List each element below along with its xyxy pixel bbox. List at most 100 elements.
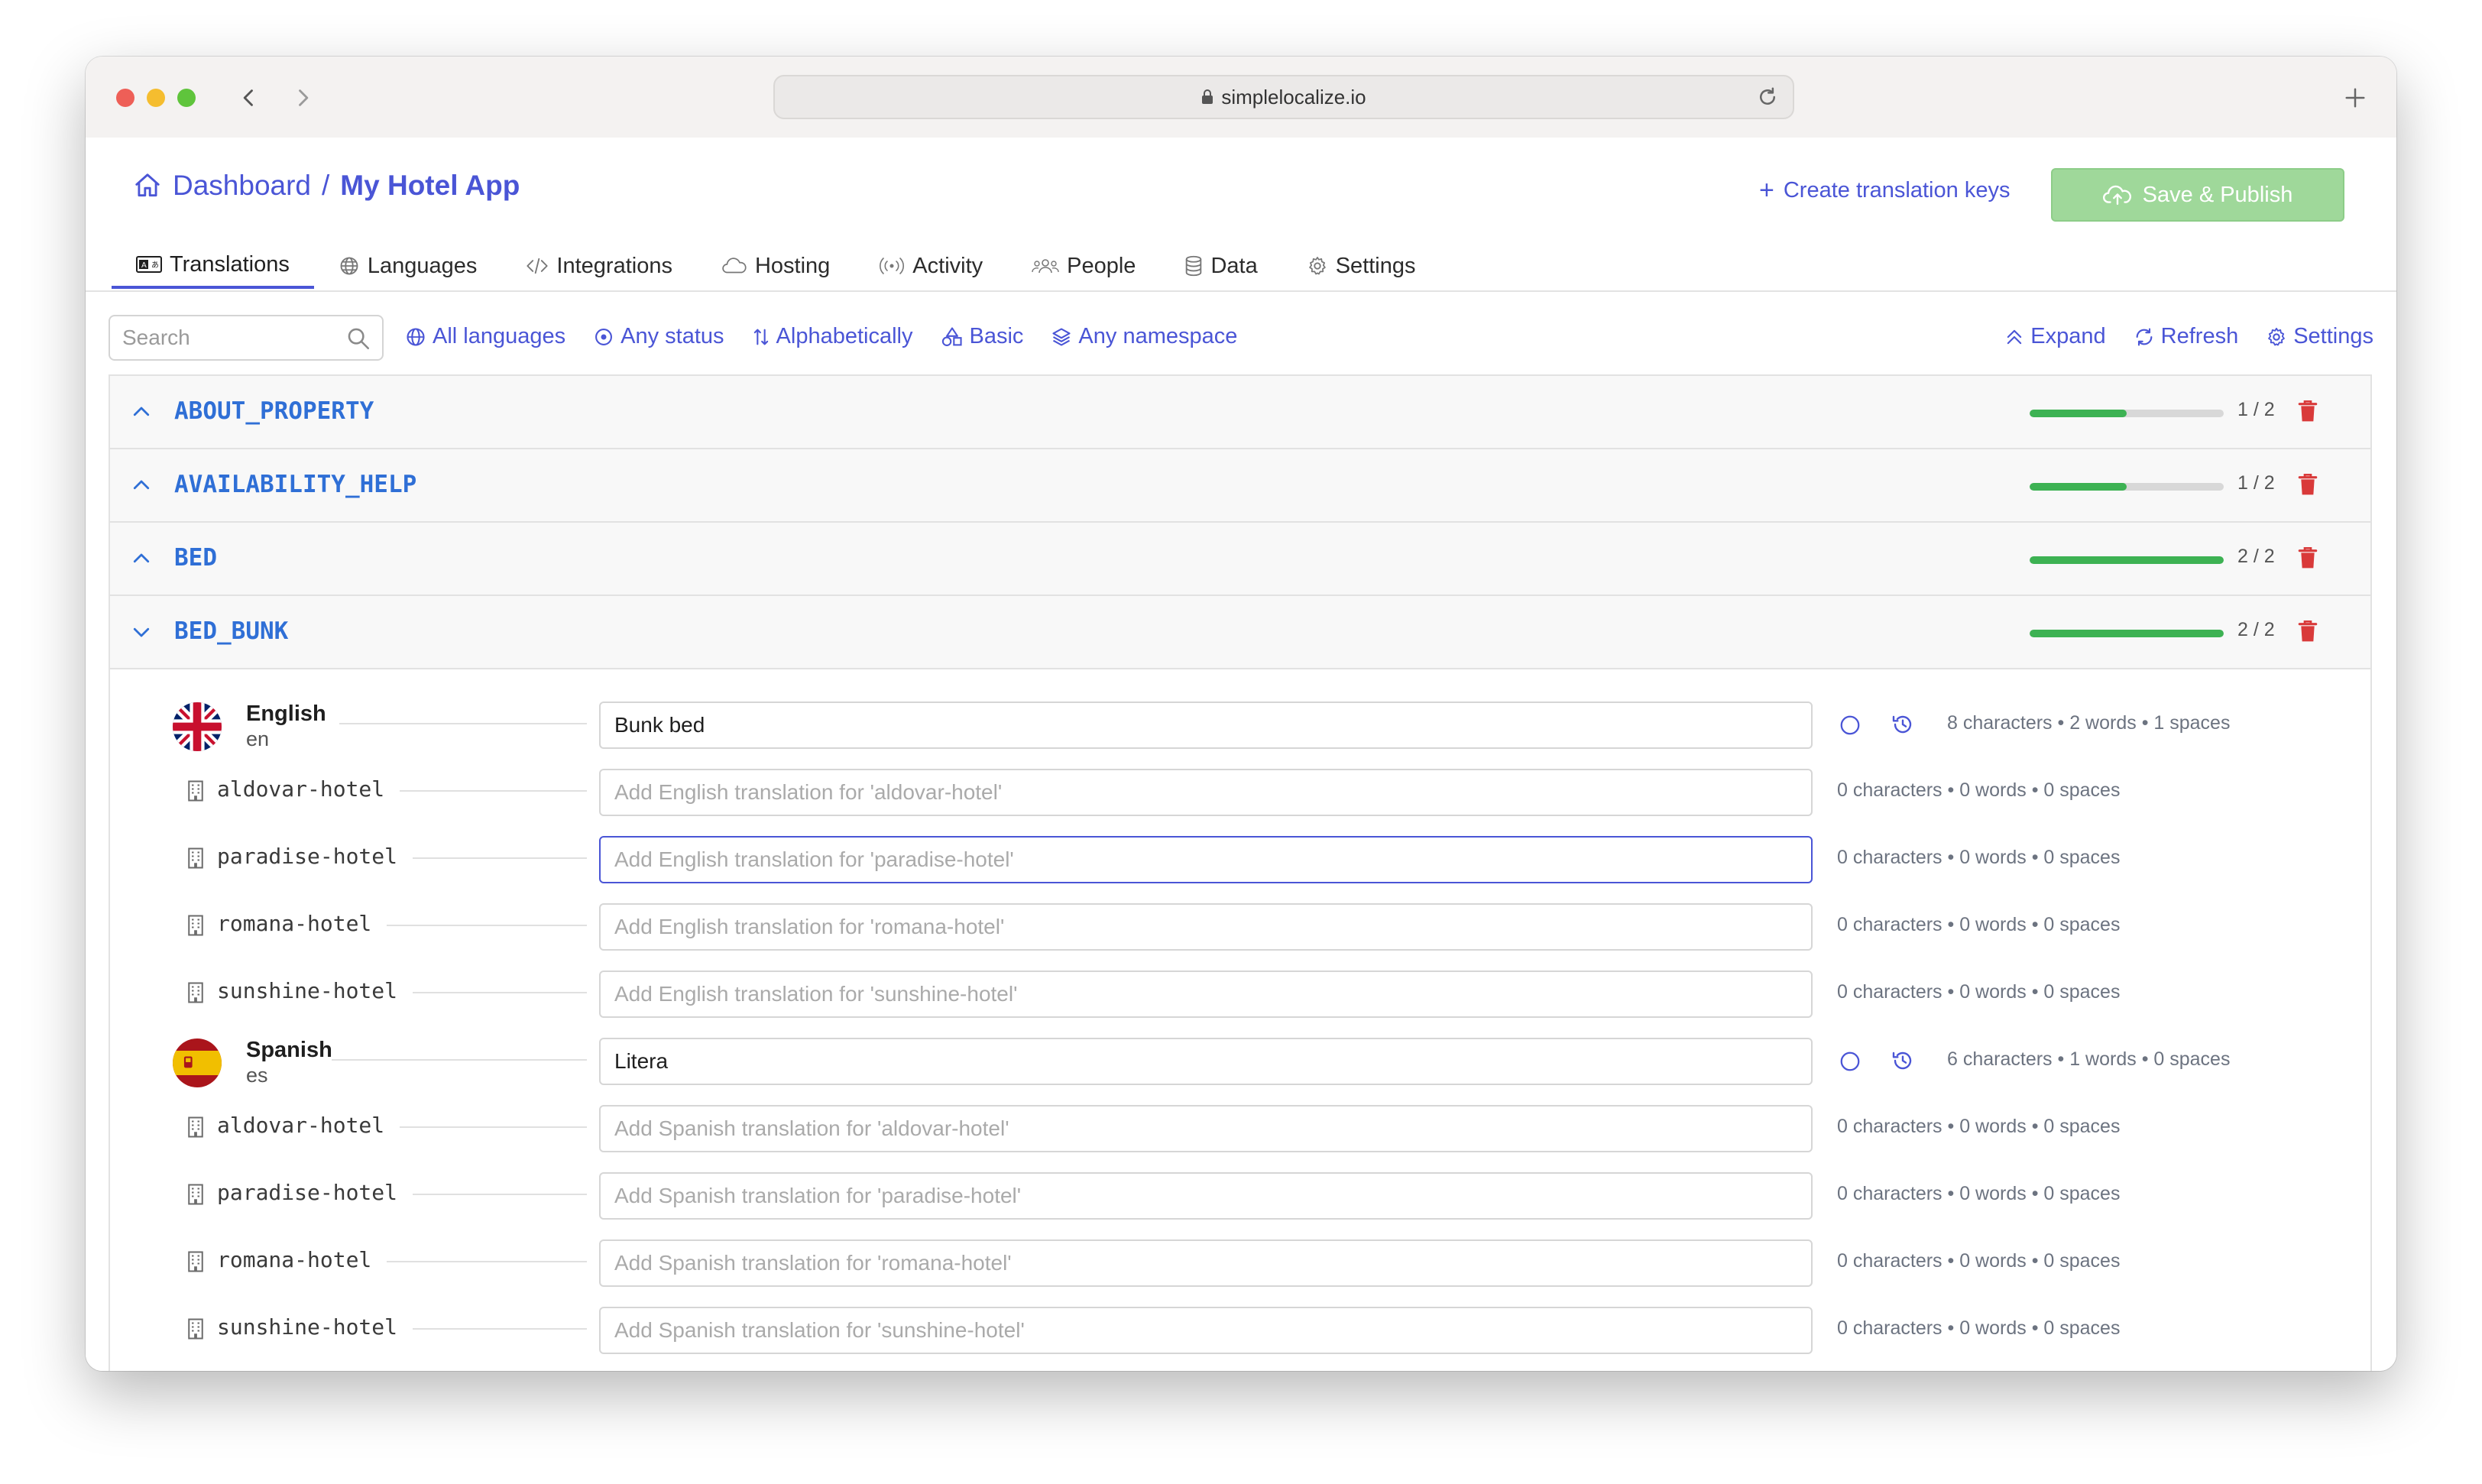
- history-icon[interactable]: [1891, 712, 1915, 737]
- key-row[interactable]: BED_BUNK 2 / 2: [110, 596, 2370, 669]
- browser-window: simplelocalize.io Dashboard / My Hotel A…: [86, 57, 2396, 1371]
- key-name[interactable]: ABOUT_PROPERTY: [174, 397, 374, 425]
- tab-integrations[interactable]: Integrations: [501, 243, 697, 289]
- broadcast-icon: [879, 257, 905, 275]
- key-row[interactable]: AVAILABILITY_HELP 1 / 2: [110, 449, 2370, 523]
- tabs-divider: [86, 290, 2396, 292]
- review-status-circle-icon[interactable]: [1839, 714, 1862, 737]
- list-settings-button[interactable]: Settings: [2266, 324, 2373, 349]
- translation-input[interactable]: [599, 1038, 1813, 1085]
- back-arrow-icon[interactable]: [231, 79, 267, 116]
- search-input[interactable]: Search: [109, 315, 384, 361]
- expand-button[interactable]: Expand: [2004, 324, 2106, 349]
- chevron-down-icon[interactable]: [130, 620, 153, 643]
- translation-progress-bar: [2030, 630, 2224, 637]
- breadcrumb-dashboard-link[interactable]: Dashboard: [173, 170, 311, 202]
- building-icon: [186, 847, 205, 870]
- maximize-window-button[interactable]: [177, 89, 196, 107]
- translation-input[interactable]: [599, 701, 1813, 749]
- search-placeholder: Search: [122, 326, 190, 349]
- trash-icon[interactable]: [2297, 546, 2318, 570]
- building-icon: [186, 1250, 205, 1273]
- customer-translation-input[interactable]: [599, 970, 1813, 1018]
- progress-fill: [2030, 556, 2224, 564]
- create-translation-keys-button[interactable]: + Create translation keys: [1759, 177, 2010, 203]
- tab-hosting[interactable]: Hosting: [697, 243, 854, 289]
- expand-label: Expand: [2030, 324, 2106, 348]
- forward-arrow-icon[interactable]: [284, 79, 321, 116]
- filter-languages[interactable]: All languages: [405, 324, 565, 349]
- filter-view[interactable]: Basic: [941, 324, 1023, 349]
- close-window-button[interactable]: [116, 89, 134, 107]
- tab-people[interactable]: People: [1007, 243, 1160, 289]
- key-name[interactable]: BED: [174, 544, 217, 572]
- chevron-up-icon[interactable]: [130, 474, 153, 497]
- shapes-icon: [941, 326, 964, 348]
- main-tabs: Aあ Translations Languages Integrations H…: [112, 243, 2396, 290]
- spain-flag-icon: [173, 1038, 222, 1087]
- row-connector-line: [332, 1059, 587, 1061]
- customer-row: aldovar-hotel 0 characters • 0 words • 0 …: [110, 766, 2370, 833]
- breadcrumb-project-name[interactable]: My Hotel App: [340, 170, 520, 202]
- translation-stats: 0 characters • 0 words • 0 spaces: [1837, 1116, 2121, 1137]
- building-icon: [186, 1317, 205, 1340]
- trash-icon[interactable]: [2297, 619, 2318, 643]
- key-name[interactable]: BED_BUNK: [174, 617, 288, 645]
- row-connector-line: [413, 1194, 587, 1195]
- tab-people-label: People: [1067, 253, 1136, 278]
- globe-icon: [405, 326, 426, 348]
- target-circle-icon: [593, 326, 614, 348]
- key-row[interactable]: BED 2 / 2: [110, 523, 2370, 596]
- layers-icon: [1051, 326, 1072, 348]
- language-name: Spanish: [246, 1038, 332, 1062]
- filter-sort[interactable]: Alphabetically: [752, 324, 913, 349]
- customer-translation-input[interactable]: [599, 1105, 1813, 1152]
- row-connector-line: [413, 1328, 587, 1330]
- chevrons-up-icon: [2004, 326, 2024, 348]
- customer-translation-input[interactable]: [599, 836, 1813, 883]
- translation-stats: 0 characters • 0 words • 0 spaces: [1837, 981, 2121, 1003]
- tab-settings-label: Settings: [1335, 253, 1416, 278]
- tab-translations-label: Translations: [170, 251, 290, 277]
- customer-translation-input[interactable]: [599, 1239, 1813, 1287]
- refresh-button[interactable]: Refresh: [2134, 324, 2238, 349]
- translation-stats: 0 characters • 0 words • 0 spaces: [1837, 1317, 2121, 1339]
- list-actions: Expand Refresh Settings: [2004, 324, 2373, 349]
- customer-name: romana-hotel: [217, 1247, 372, 1272]
- key-row[interactable]: ABOUT_PROPERTY 1 / 2: [110, 376, 2370, 449]
- language-row: Spanishes 6 characters • 1 words • 0 spac…: [110, 1035, 2370, 1102]
- row-connector-line: [413, 857, 587, 859]
- search-icon: [345, 326, 371, 352]
- customer-translation-input[interactable]: [599, 903, 1813, 951]
- filter-namespace[interactable]: Any namespace: [1051, 324, 1237, 349]
- tab-activity[interactable]: Activity: [854, 243, 1007, 289]
- tab-data[interactable]: Data: [1160, 243, 1282, 289]
- address-bar[interactable]: simplelocalize.io: [773, 75, 1794, 119]
- tab-translations[interactable]: Aあ Translations: [112, 243, 314, 289]
- customer-translation-input[interactable]: [599, 769, 1813, 816]
- customer-translation-input[interactable]: [599, 1307, 1813, 1354]
- reload-icon[interactable]: [1756, 86, 1779, 109]
- history-icon[interactable]: [1891, 1048, 1915, 1073]
- minimize-window-button[interactable]: [147, 89, 165, 107]
- svg-text:A: A: [141, 261, 147, 270]
- review-status-circle-icon[interactable]: [1839, 1050, 1862, 1073]
- filter-status[interactable]: Any status: [593, 324, 724, 349]
- trash-icon[interactable]: [2297, 472, 2318, 497]
- new-tab-plus-icon[interactable]: [2337, 79, 2373, 116]
- chevron-up-icon[interactable]: [130, 400, 153, 423]
- translation-stats: 0 characters • 0 words • 0 spaces: [1837, 779, 2121, 801]
- url-text: simplelocalize.io: [1221, 85, 1366, 109]
- customer-translation-input[interactable]: [599, 1172, 1813, 1220]
- tab-settings[interactable]: Settings: [1282, 243, 1440, 289]
- filter-options: All languages Any status Alphabetically: [405, 324, 1237, 349]
- chevron-up-icon[interactable]: [130, 547, 153, 570]
- key-name[interactable]: AVAILABILITY_HELP: [174, 471, 416, 498]
- building-icon: [186, 1183, 205, 1206]
- customer-name: aldovar-hotel: [217, 1113, 385, 1138]
- home-icon[interactable]: [133, 171, 162, 200]
- tab-languages[interactable]: Languages: [314, 243, 502, 289]
- translation-stats: 8 characters • 2 words • 1 spaces: [1947, 712, 2231, 734]
- trash-icon[interactable]: [2297, 399, 2318, 423]
- save-publish-button[interactable]: Save & Publish: [2051, 168, 2344, 222]
